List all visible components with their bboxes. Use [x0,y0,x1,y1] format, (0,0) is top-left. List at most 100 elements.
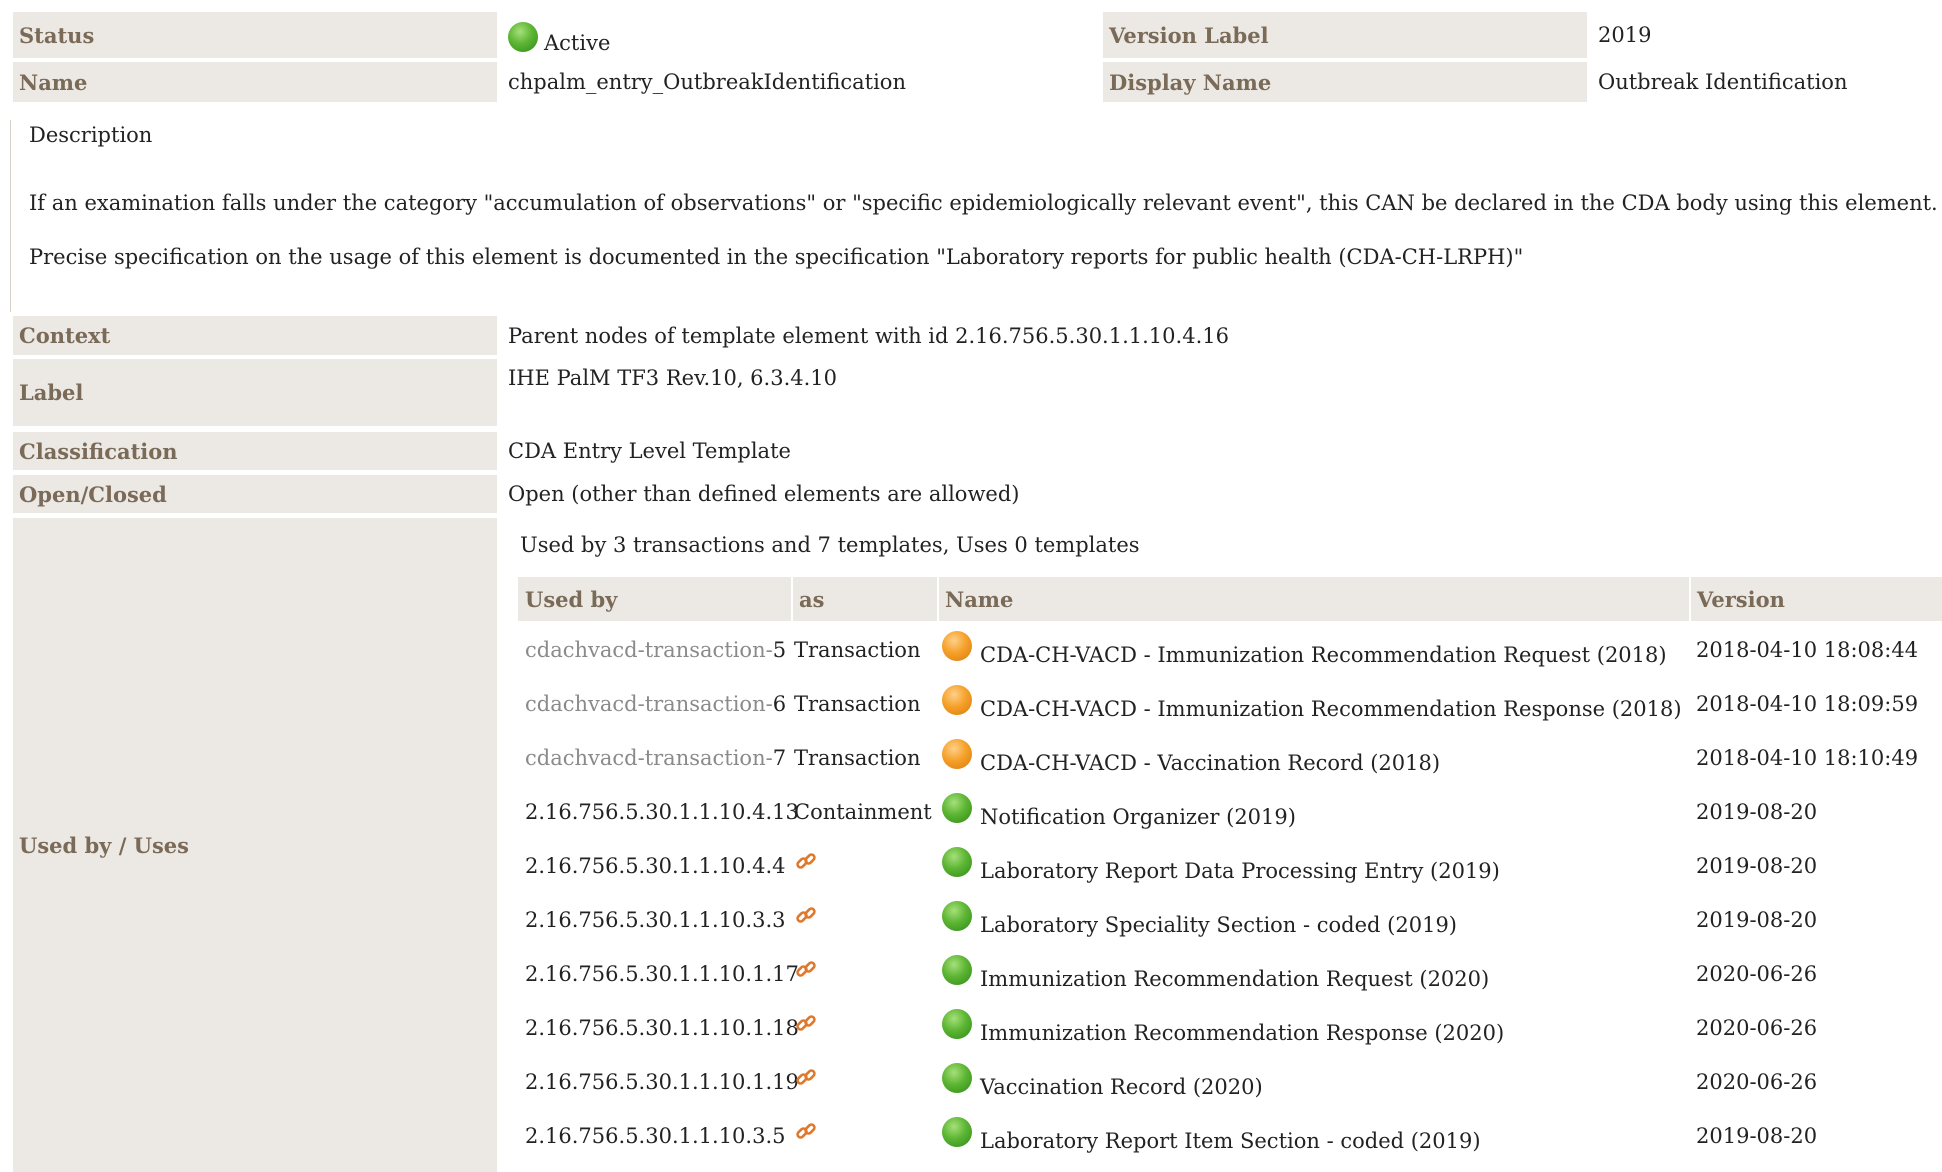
used-by-id: 2.16.756.5.30.1.1.10.4.13 [525,800,799,824]
version-cell: 2018-04-10 18:10:49 [1696,746,1919,770]
as-cell: Transaction [794,692,921,716]
chain-link-icon[interactable] [794,1119,818,1143]
used-by-cell: 2.16.756.5.30.1.1.10.1.18 [525,1008,799,1048]
version-cell: 2018-04-10 18:08:44 [1696,638,1919,662]
transaction-prefix[interactable]: cdachvacd-transaction- [525,746,773,770]
used-by-cell[interactable]: cdachvacd-transaction- 5 [525,630,786,670]
label-label: Label [13,359,497,426]
used-by-cell: 2.16.756.5.30.1.1.10.4.4 [525,846,786,886]
as-cell [794,1062,818,1102]
status-label: Status [13,12,497,58]
used-by-id: 2.16.756.5.30.1.1.10.3.5 [525,1124,786,1148]
used-by-cell: 2.16.756.5.30.1.1.10.1.19 [525,1062,799,1102]
used-by-cell[interactable]: cdachvacd-transaction- 6 [525,684,786,724]
name-cell: CDA-CH-VACD - Vaccination Record (2018) [942,738,1440,778]
version-cell: 2019-08-20 [1696,854,1818,878]
table-row: 2.16.756.5.30.1.1.10.1.19 Vaccination Rec… [518,1062,1942,1102]
description-paragraph-2: Precise specification on the usage of th… [29,245,1524,269]
table-row: 2.16.756.5.30.1.1.10.3.3 Laboratory Speci… [518,900,1942,940]
green-status-ball-icon [942,793,972,823]
classification-label: Classification [13,432,497,470]
table-row: 2.16.756.5.30.1.1.10.4.4 Laboratory Repor… [518,846,1942,886]
template-name[interactable]: Notification Organizer (2019) [980,805,1296,829]
transaction-prefix[interactable]: cdachvacd-transaction- [525,638,773,662]
chain-link-icon[interactable] [794,957,818,981]
version-label-label: Version Label [1103,12,1587,58]
used-by-uses-label: Used by / Uses [13,518,497,1172]
header-divider-2 [937,577,939,621]
version-label-value: 2019 [1598,23,1652,47]
context-value: Parent nodes of template element with id… [508,323,1229,348]
label-value: IHE PalM TF3 Rev.10, 6.3.4.10 [508,366,838,390]
name-cell: Laboratory Report Data Processing Entry … [942,846,1500,886]
used-by-cell[interactable]: cdachvacd-transaction- 7 [525,738,786,778]
chain-link-icon[interactable] [794,849,818,873]
used-by-id: 7 [772,746,787,770]
used-by-id: 2.16.756.5.30.1.1.10.1.17 [525,962,799,986]
orange-status-ball-icon [942,685,972,715]
used-by-id: 2.16.756.5.30.1.1.10.1.19 [525,1070,799,1094]
as-cell [794,1008,818,1048]
description-paragraph-1: If an examination falls under the catego… [29,191,1938,215]
column-header-as: as [799,586,825,612]
header-divider-3 [1689,577,1691,621]
used-by-id: 2.16.756.5.30.1.1.10.3.3 [525,908,786,932]
name-cell: Immunization Recommendation Response (20… [942,1008,1504,1048]
template-name[interactable]: CDA-CH-VACD - Immunization Recommendatio… [980,643,1667,667]
table-row: 2.16.756.5.30.1.1.10.4.13 Containment Noti… [518,792,1942,832]
name-cell: Vaccination Record (2020) [942,1062,1263,1102]
template-name[interactable]: CDA-CH-VACD - Immunization Recommendatio… [980,697,1682,721]
green-status-ball-icon [508,22,538,52]
name-cell: CDA-CH-VACD - Immunization Recommendatio… [942,684,1682,724]
green-status-ball-icon [942,847,972,877]
display-name-value: Outbreak Identification [1598,70,1848,94]
green-status-ball-icon [942,1063,972,1093]
left-border [10,120,11,312]
open-closed-value: Open (other than defined elements are al… [508,482,1020,506]
table-row: 2.16.756.5.30.1.1.10.1.17 Immunization Re… [518,954,1942,994]
used-by-id: 2.16.756.5.30.1.1.10.1.18 [525,1016,799,1040]
template-name[interactable]: Vaccination Record (2020) [980,1075,1263,1099]
transaction-prefix[interactable]: cdachvacd-transaction- [525,692,773,716]
version-cell: 2020-06-26 [1696,1070,1818,1094]
chain-link-icon[interactable] [794,1065,818,1089]
open-closed-label: Open/Closed [13,475,497,513]
green-status-ball-icon [942,1009,972,1039]
table-row: 2.16.756.5.30.1.1.10.1.18 Immunization Re… [518,1008,1942,1048]
description-heading: Description [29,123,153,147]
usage-table-header: Used by as Name Version [518,577,1942,621]
template-name[interactable]: Laboratory Report Item Section - coded (… [980,1129,1481,1153]
as-cell: Transaction [794,746,921,770]
column-header-used-by: Used by [525,586,618,612]
display-name-label: Display Name [1103,62,1587,102]
name-cell: Laboratory Speciality Section - coded (2… [942,900,1457,940]
template-name[interactable]: Laboratory Speciality Section - coded (2… [980,913,1457,937]
used-by-cell: 2.16.756.5.30.1.1.10.3.3 [525,900,786,940]
template-name[interactable]: CDA-CH-VACD - Vaccination Record (2018) [980,751,1440,775]
as-cell [794,1116,818,1156]
used-by-id: 2.16.756.5.30.1.1.10.4.4 [525,854,786,878]
orange-status-ball-icon [942,631,972,661]
green-status-ball-icon [942,955,972,985]
column-header-version: Version [1697,586,1785,612]
version-cell: 2019-08-20 [1696,1124,1818,1148]
name-cell: Immunization Recommendation Request (202… [942,954,1489,994]
chain-link-icon[interactable] [794,1011,818,1035]
template-name[interactable]: Immunization Recommendation Request (202… [980,967,1489,991]
name-value: chpalm_entry_OutbreakIdentification [508,70,906,94]
version-cell: 2018-04-10 18:09:59 [1696,692,1919,716]
classification-value: CDA Entry Level Template [508,439,791,463]
as-cell [794,900,818,940]
name-cell: Laboratory Report Item Section - coded (… [942,1116,1481,1156]
green-status-ball-icon [942,1117,972,1147]
used-by-id: 5 [772,638,787,662]
table-row: 2.16.756.5.30.1.1.10.3.5 Laboratory Repor… [518,1116,1942,1156]
chain-link-icon[interactable] [794,903,818,927]
context-label: Context [13,316,497,355]
as-cell: Containment [794,800,932,824]
version-cell: 2020-06-26 [1696,1016,1818,1040]
usage-summary: Used by 3 transactions and 7 templates, … [520,533,1140,557]
template-name[interactable]: Laboratory Report Data Processing Entry … [980,859,1500,883]
template-name[interactable]: Immunization Recommendation Response (20… [980,1021,1504,1045]
as-cell [794,954,818,994]
